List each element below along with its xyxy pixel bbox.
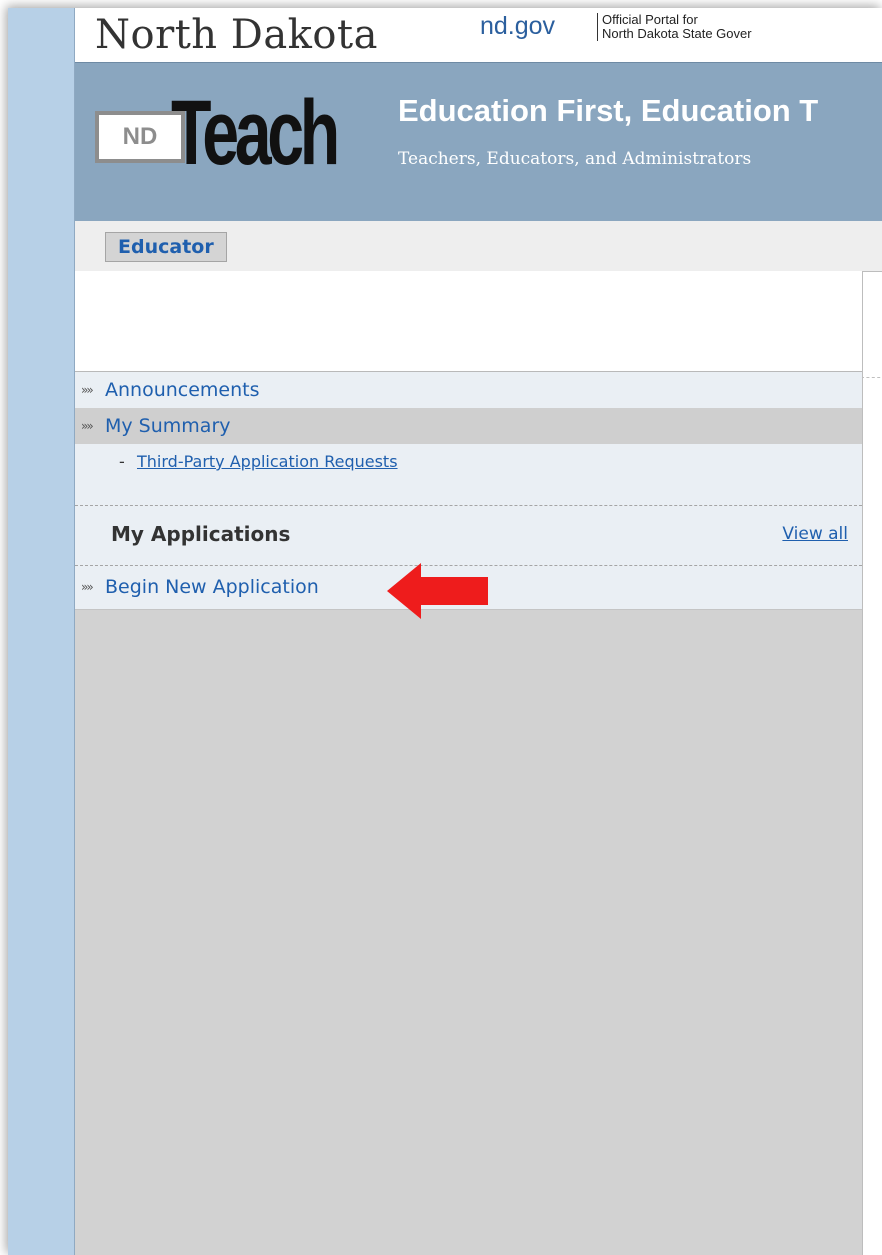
chevron-right-icon: »» bbox=[81, 580, 94, 594]
left-margin-strip bbox=[8, 8, 75, 1255]
official-portal-line1: Official Portal for bbox=[602, 12, 698, 27]
page-content: North Dakota nd.gov Official Portal for … bbox=[75, 8, 882, 1255]
sidebar-item-announcements[interactable]: »» Announcements bbox=[75, 372, 862, 408]
sidebar-item-label: Begin New Application bbox=[105, 576, 319, 598]
my-applications-header: My Applications View all bbox=[75, 506, 862, 566]
sidebar-header-space bbox=[75, 271, 862, 372]
portal-header: North Dakota nd.gov Official Portal for … bbox=[75, 8, 882, 62]
logo-teach-text: Teach bbox=[171, 82, 340, 184]
banner-tagline: Education First, Education T bbox=[398, 93, 819, 128]
tab-educator[interactable]: Educator bbox=[105, 232, 227, 262]
third-party-application-requests-link[interactable]: Third-Party Application Requests bbox=[137, 452, 398, 471]
my-applications-title: My Applications bbox=[111, 522, 291, 546]
view-all-link[interactable]: View all bbox=[782, 524, 848, 544]
sidebar-subitem-row: - Third-Party Application Requests bbox=[75, 444, 862, 506]
chevron-right-icon: »» bbox=[81, 419, 94, 433]
content-dashed-divider bbox=[861, 377, 882, 378]
sidebar-item-my-summary[interactable]: »» My Summary bbox=[75, 408, 862, 444]
red-left-arrow-icon bbox=[387, 563, 488, 619]
role-tab-bar: Educator bbox=[75, 221, 882, 272]
sidebar-item-label: Announcements bbox=[105, 379, 260, 401]
official-portal-line2: North Dakota State Gover bbox=[602, 26, 752, 41]
page-frame: North Dakota nd.gov Official Portal for … bbox=[8, 8, 882, 1255]
site-banner: ND Teach Education First, Education T Te… bbox=[75, 62, 882, 222]
ndteach-logo[interactable]: ND Teach bbox=[95, 82, 355, 187]
official-portal-text: Official Portal for North Dakota State G… bbox=[597, 13, 752, 41]
sidebar-panel: »» Announcements »» My Summary - Third-Par… bbox=[75, 271, 863, 1255]
ndgov-logo[interactable]: nd.gov bbox=[480, 12, 555, 41]
chevron-right-icon: »» bbox=[81, 383, 94, 397]
subitem-bullet: - bbox=[119, 452, 125, 471]
subitem-dash: - bbox=[119, 452, 125, 471]
banner-subtagline: Teachers, Educators, and Administrators bbox=[398, 149, 752, 169]
sidebar-item-label: My Summary bbox=[105, 415, 231, 437]
state-name[interactable]: North Dakota bbox=[95, 12, 378, 58]
